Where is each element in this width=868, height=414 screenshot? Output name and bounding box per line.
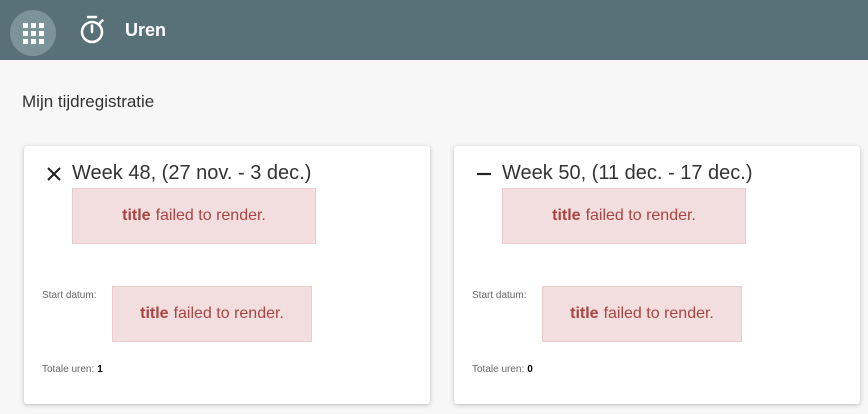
week-card: Week 48, (27 nov. - 3 dec.) title failed… bbox=[24, 146, 430, 404]
app-title: Uren bbox=[125, 20, 167, 40]
error-title: title bbox=[552, 207, 581, 224]
total-hours-value: 1 bbox=[97, 364, 103, 375]
start-date-label: Start datum: bbox=[472, 290, 527, 301]
total-hours-label: Totale uren: bbox=[472, 364, 525, 375]
render-error: title failed to render. bbox=[542, 286, 742, 342]
error-message: failed to render. bbox=[155, 207, 266, 224]
total-hours-value: 0 bbox=[527, 364, 533, 375]
stopwatch-icon bbox=[80, 15, 104, 44]
week-label: Week 50, (11 dec. - 17 dec.) bbox=[502, 162, 753, 184]
error-message: failed to render. bbox=[603, 305, 714, 322]
card-header[interactable]: Week 50, (11 dec. - 17 dec.) bbox=[476, 162, 753, 185]
total-hours: Totale uren: 0 bbox=[472, 364, 533, 375]
card-header[interactable]: Week 48, (27 nov. - 3 dec.) bbox=[46, 162, 311, 185]
top-bar: Uren bbox=[0, 0, 868, 60]
page-title: Mijn tijdregistratie bbox=[22, 92, 155, 111]
total-hours: Totale uren: 1 bbox=[42, 364, 103, 375]
error-message: failed to render. bbox=[585, 207, 696, 224]
render-error: title failed to render. bbox=[72, 188, 316, 244]
week-label: Week 48, (27 nov. - 3 dec.) bbox=[72, 162, 312, 184]
start-date-label: Start datum: bbox=[42, 290, 97, 301]
close-icon[interactable] bbox=[46, 166, 62, 182]
render-error: title failed to render. bbox=[502, 188, 746, 244]
minus-icon[interactable] bbox=[476, 166, 492, 182]
week-card: Week 50, (11 dec. - 17 dec.) title faile… bbox=[454, 146, 860, 404]
error-message: failed to render. bbox=[173, 305, 284, 322]
total-hours-label: Totale uren: bbox=[42, 364, 95, 375]
error-title: title bbox=[122, 207, 151, 224]
apps-grid-icon[interactable] bbox=[10, 10, 56, 56]
error-title: title bbox=[570, 305, 599, 322]
render-error: title failed to render. bbox=[112, 286, 312, 342]
error-title: title bbox=[140, 305, 169, 322]
